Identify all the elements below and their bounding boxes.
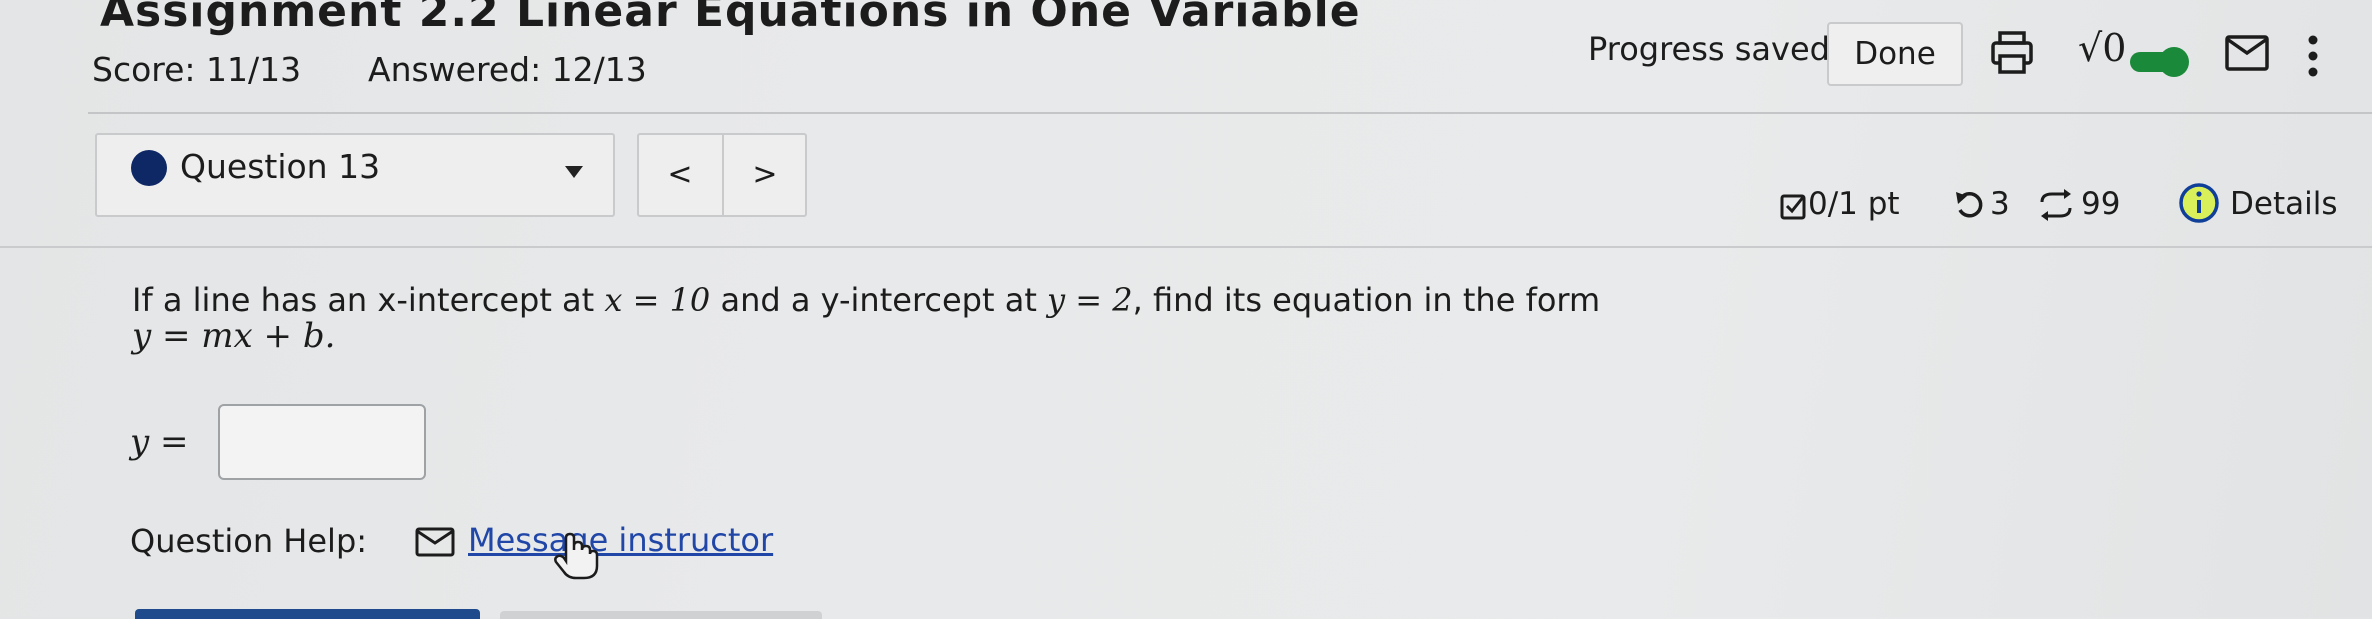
answer-label: y =: [130, 422, 189, 462]
question-status-dot: [131, 150, 167, 186]
more-options-icon[interactable]: [2306, 34, 2320, 82]
message-instructor-link[interactable]: Message instructor: [468, 521, 773, 559]
envelope-icon: [415, 527, 455, 561]
assignment-title: Assignment 2.2 Linear Equations in One V…: [100, 0, 1361, 37]
question-select-label: Question 13: [180, 147, 381, 186]
info-icon[interactable]: [2178, 182, 2220, 228]
question-text-part1: If a line has an x-intercept at: [132, 281, 605, 319]
equation-form: y = mx + b.: [132, 316, 336, 356]
y-intercept-equation: y = 2: [1047, 281, 1133, 319]
retry-icon: [1955, 190, 1985, 226]
answer-input[interactable]: [218, 404, 426, 480]
points-text: 0/1 pt: [1808, 186, 1900, 222]
submit-button-edge[interactable]: [135, 609, 480, 619]
secondary-button-edge[interactable]: [500, 611, 822, 619]
print-icon[interactable]: [1990, 30, 2034, 80]
question-divider: [0, 246, 2372, 248]
retries-count: 3: [1990, 186, 2010, 222]
header-divider: [88, 112, 2372, 114]
question-text-part2: and a y-intercept at: [710, 281, 1048, 319]
question-text-part3: , find its equation in the form: [1132, 281, 1601, 319]
math-toggle[interactable]: [2130, 46, 2192, 78]
question-text: If a line has an x-intercept at x = 10 a…: [132, 280, 1600, 322]
checkbox-icon: [1780, 192, 1806, 224]
progress-status: Progress saved: [1588, 30, 1830, 68]
nav-divider: [722, 133, 724, 217]
next-question-button[interactable]: >: [735, 150, 795, 200]
previous-question-button[interactable]: <: [650, 150, 710, 200]
question-help-label: Question Help:: [130, 522, 368, 560]
chevron-down-icon: [565, 163, 583, 182]
sqrt-icon[interactable]: √0: [2078, 26, 2126, 70]
hand-cursor-icon: [552, 532, 600, 584]
score-text: Score: 11/13: [92, 50, 302, 89]
details-link[interactable]: Details: [2230, 186, 2337, 222]
done-button[interactable]: Done: [1827, 22, 1963, 86]
attempts-cycle-icon: [2038, 188, 2074, 226]
x-intercept-equation: x = 10: [604, 281, 711, 319]
mail-icon[interactable]: [2225, 35, 2269, 75]
answered-text: Answered: 12/13: [368, 50, 647, 89]
attempts-count: 99: [2081, 186, 2121, 222]
